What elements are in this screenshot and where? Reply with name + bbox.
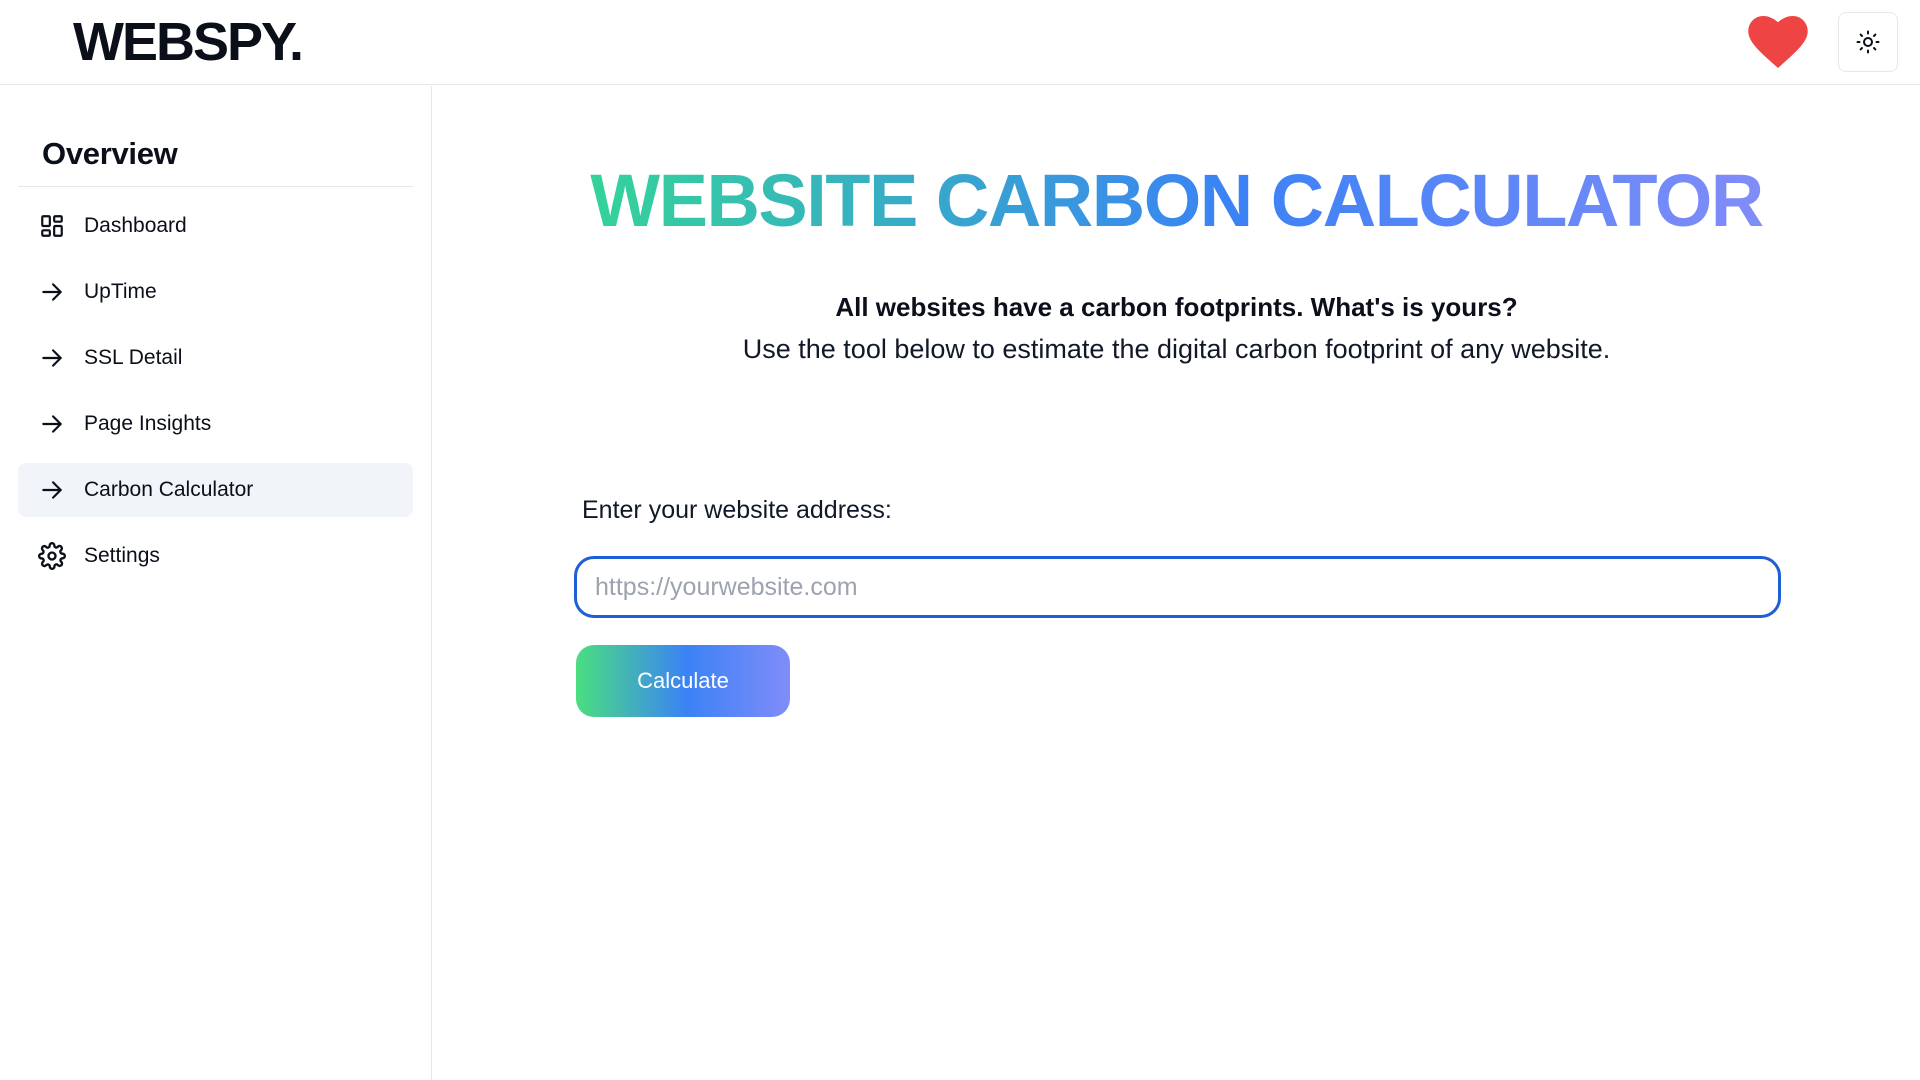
gear-icon: [38, 542, 66, 570]
app-root: WEBSPY. Overview Dashboard UpTime SSL De…: [0, 0, 1920, 1080]
calculate-button[interactable]: Calculate: [576, 645, 790, 717]
sidebar-item-label: Carbon Calculator: [84, 478, 254, 501]
sidebar-item-uptime[interactable]: UpTime: [18, 265, 413, 319]
sun-icon: [1856, 30, 1880, 54]
sidebar-item-label: SSL Detail: [84, 346, 183, 369]
top-bar: WEBSPY.: [0, 0, 1920, 85]
website-address-label: Enter your website address:: [582, 496, 892, 524]
sidebar-item-label: Settings: [84, 544, 160, 567]
arrow-right-icon: [38, 410, 66, 438]
arrow-right-icon: [38, 344, 66, 372]
sidebar-item-label: Page Insights: [84, 412, 212, 435]
description: Use the tool below to estimate the digit…: [742, 334, 1611, 364]
dashboard-grid-icon: [38, 212, 66, 240]
sidebar-title: Overview: [18, 86, 413, 187]
header-actions: [1748, 12, 1898, 72]
page-title-text: WEBSITE CARBON CALCULATOR: [590, 159, 1764, 242]
website-url-input[interactable]: [574, 556, 1781, 618]
main-content: WEBSITE CARBON CALCULATOR All websites h…: [433, 86, 1920, 1080]
sidebar-item-ssl-detail[interactable]: SSL Detail: [18, 331, 413, 385]
sidebar-item-page-insights[interactable]: Page Insights: [18, 397, 413, 451]
sidebar: Overview Dashboard UpTime SSL Detail Pag…: [0, 86, 432, 1080]
sidebar-item-carbon-calculator[interactable]: Carbon Calculator: [18, 463, 413, 517]
sidebar-nav: Dashboard UpTime SSL Detail Page Insight…: [18, 199, 413, 583]
logo[interactable]: WEBSPY.: [73, 11, 304, 73]
heart-icon[interactable]: [1748, 16, 1808, 68]
page-title: WEBSITE CARBON CALCULATOR: [433, 158, 1920, 243]
arrow-right-icon: [38, 278, 66, 306]
arrow-right-icon: [38, 476, 66, 504]
sidebar-item-dashboard[interactable]: Dashboard: [18, 199, 413, 253]
theme-toggle-button[interactable]: [1838, 12, 1898, 72]
sidebar-item-label: UpTime: [84, 280, 157, 303]
sidebar-item-label: Dashboard: [84, 214, 187, 237]
sidebar-item-settings[interactable]: Settings: [18, 529, 413, 583]
tagline: All websites have a carbon footprints. W…: [835, 292, 1518, 322]
